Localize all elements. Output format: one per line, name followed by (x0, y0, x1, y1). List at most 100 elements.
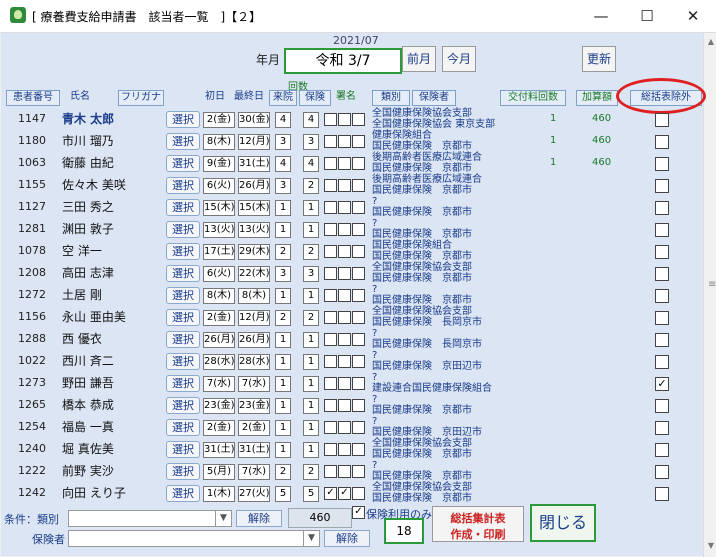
signature-checkbox[interactable] (338, 245, 351, 258)
select-button[interactable]: 選択 (166, 133, 200, 150)
first-day-field[interactable]: 8(木) (203, 134, 235, 150)
col-insurer[interactable]: 保険者 (412, 90, 456, 106)
scroll-up-icon[interactable]: ▲ (706, 37, 716, 47)
signature-checkbox[interactable] (324, 355, 337, 368)
signature-checkbox[interactable] (324, 333, 337, 346)
signature-checkbox[interactable] (352, 135, 365, 148)
insurance-count-field[interactable]: 1 (303, 354, 319, 370)
signature-checkbox[interactable] (324, 157, 337, 170)
signature-checkbox[interactable] (352, 377, 365, 390)
first-day-field[interactable]: 8(木) (203, 288, 235, 304)
visits-field[interactable]: 1 (275, 288, 291, 304)
first-day-field[interactable]: 23(金) (203, 398, 235, 414)
first-day-field[interactable]: 5(月) (203, 464, 235, 480)
signature-checkbox[interactable]: ✓ (324, 487, 337, 500)
select-button[interactable]: 選択 (166, 331, 200, 348)
visits-field[interactable]: 3 (275, 134, 291, 150)
signature-checkbox[interactable] (352, 201, 365, 214)
signature-checkbox[interactable] (352, 355, 365, 368)
last-day-field[interactable]: 31(土) (238, 156, 270, 172)
first-day-field[interactable]: 2(金) (203, 112, 235, 128)
maximize-button[interactable]: ☐ (624, 0, 670, 32)
signature-checkbox[interactable] (352, 267, 365, 280)
minimize-button[interactable]: — (578, 0, 624, 32)
signature-checkbox[interactable] (338, 113, 351, 126)
last-day-field[interactable]: 28(水) (238, 354, 270, 370)
insurance-count-field[interactable]: 1 (303, 222, 319, 238)
insurance-count-field[interactable]: 4 (303, 112, 319, 128)
visits-field[interactable]: 1 (275, 332, 291, 348)
first-day-field[interactable]: 1(木) (203, 486, 235, 502)
exclude-checkbox[interactable] (655, 421, 669, 435)
signature-checkbox[interactable] (338, 179, 351, 192)
insurance-count-field[interactable]: 3 (303, 134, 319, 150)
signature-checkbox[interactable] (352, 223, 365, 236)
exclude-checkbox[interactable] (655, 399, 669, 413)
visits-field[interactable]: 5 (275, 486, 291, 502)
insurance-count-field[interactable]: 2 (303, 464, 319, 480)
select-button[interactable]: 選択 (166, 375, 200, 392)
signature-checkbox[interactable] (324, 421, 337, 434)
select-button[interactable]: 選択 (166, 353, 200, 370)
insurance-count-field[interactable]: 4 (303, 156, 319, 172)
visits-field[interactable]: 3 (275, 178, 291, 194)
signature-checkbox[interactable] (352, 179, 365, 192)
category-combo[interactable]: ▼ (68, 510, 232, 527)
insurance-count-field[interactable]: 1 (303, 376, 319, 392)
exclude-checkbox[interactable]: ✓ (655, 377, 669, 391)
last-day-field[interactable]: 23(金) (238, 398, 270, 414)
last-day-field[interactable]: 13(火) (238, 222, 270, 238)
refresh-button[interactable]: 更新 (582, 46, 616, 72)
signature-checkbox[interactable] (324, 311, 337, 324)
select-button[interactable]: 選択 (166, 177, 200, 194)
exclude-checkbox[interactable] (655, 267, 669, 281)
signature-checkbox[interactable] (338, 135, 351, 148)
select-button[interactable]: 選択 (166, 287, 200, 304)
signature-checkbox[interactable] (324, 377, 337, 390)
last-day-field[interactable]: 26(月) (238, 332, 270, 348)
last-day-field[interactable]: 12(月) (238, 310, 270, 326)
visits-field[interactable]: 1 (275, 200, 291, 216)
exclude-checkbox[interactable] (655, 487, 669, 501)
last-day-field[interactable]: 27(火) (238, 486, 270, 502)
exclude-checkbox[interactable] (655, 135, 669, 149)
visits-field[interactable]: 2 (275, 464, 291, 480)
chevron-down-icon[interactable]: ▼ (303, 531, 319, 546)
select-button[interactable]: 選択 (166, 265, 200, 282)
signature-checkbox[interactable] (352, 487, 365, 500)
insurance-count-field[interactable]: 1 (303, 420, 319, 436)
insurance-count-field[interactable]: 2 (303, 178, 319, 194)
signature-checkbox[interactable] (338, 465, 351, 478)
signature-checkbox[interactable] (324, 267, 337, 280)
first-day-field[interactable]: 17(土) (203, 244, 235, 260)
insurance-count-field[interactable]: 3 (303, 266, 319, 282)
first-day-field[interactable]: 6(火) (203, 178, 235, 194)
print-summary-button[interactable]: 総括集計表 作成・印刷 (432, 506, 524, 542)
this-month-button[interactable]: 今月 (442, 46, 476, 72)
first-day-field[interactable]: 13(火) (203, 222, 235, 238)
signature-checkbox[interactable] (324, 223, 337, 236)
select-button[interactable]: 選択 (166, 221, 200, 238)
signature-checkbox[interactable] (338, 377, 351, 390)
visits-field[interactable]: 3 (275, 266, 291, 282)
first-day-field[interactable]: 26(月) (203, 332, 235, 348)
visits-field[interactable]: 4 (275, 156, 291, 172)
signature-checkbox[interactable] (324, 113, 337, 126)
last-day-field[interactable]: 30(金) (238, 112, 270, 128)
exclude-checkbox[interactable] (655, 245, 669, 259)
signature-checkbox[interactable] (324, 179, 337, 192)
signature-checkbox[interactable] (352, 311, 365, 324)
select-button[interactable]: 選択 (166, 243, 200, 260)
visits-field[interactable]: 1 (275, 354, 291, 370)
close-window-button[interactable]: ✕ (670, 0, 716, 32)
insurer-combo[interactable]: ▼ (68, 530, 320, 547)
signature-checkbox[interactable] (352, 113, 365, 126)
signature-checkbox[interactable] (352, 245, 365, 258)
exclude-checkbox[interactable] (655, 201, 669, 215)
signature-checkbox[interactable] (352, 289, 365, 302)
insurance-count-field[interactable]: 2 (303, 310, 319, 326)
scroll-thumb[interactable]: ≡ (708, 279, 716, 301)
signature-checkbox[interactable] (352, 333, 365, 346)
select-button[interactable]: 選択 (166, 155, 200, 172)
signature-checkbox[interactable] (352, 465, 365, 478)
